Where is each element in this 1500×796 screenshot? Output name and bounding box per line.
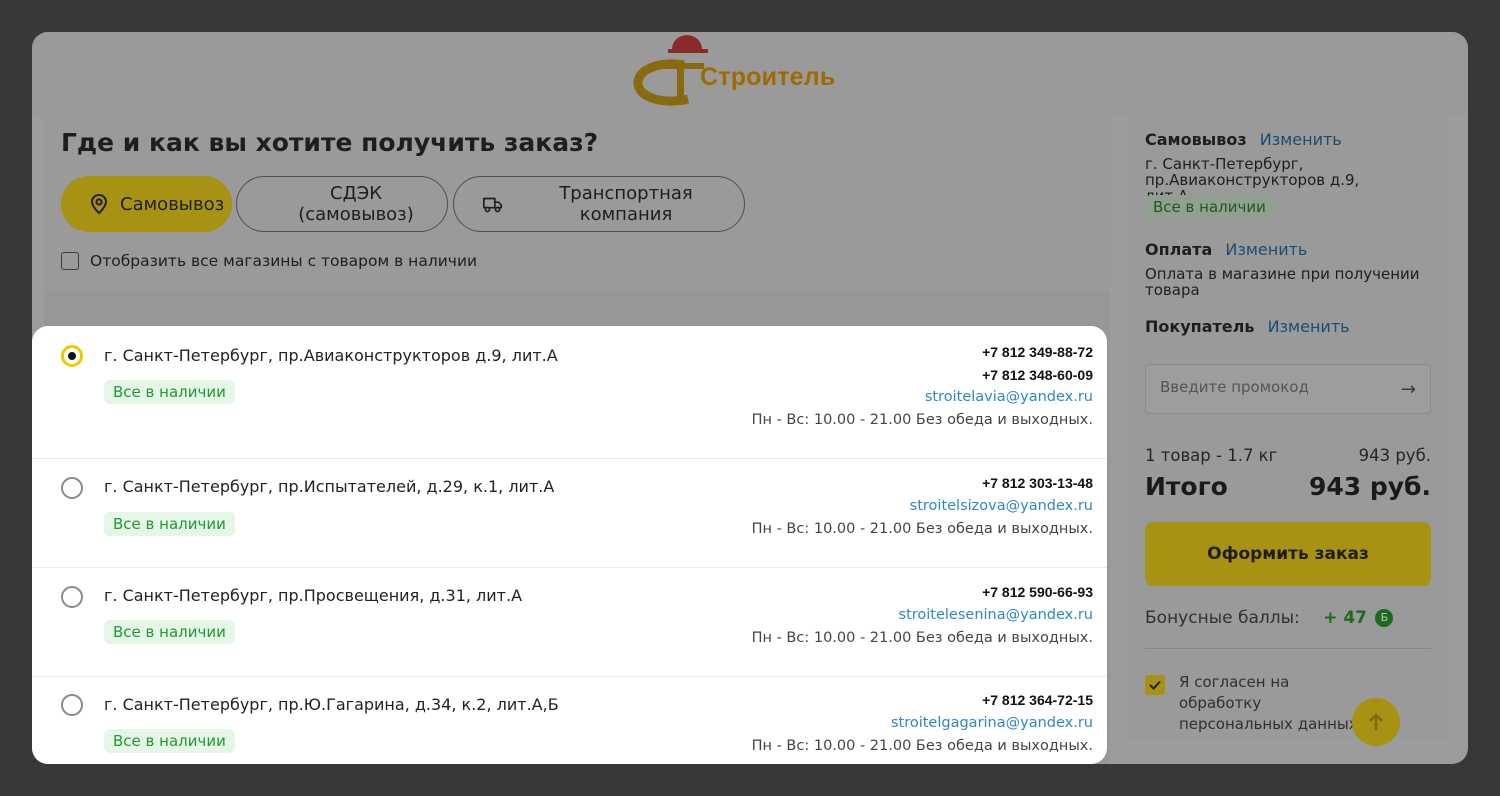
bonus-value: + 47 — [1323, 608, 1368, 628]
consent-option[interactable]: Я согласен на обработку персональных дан… — [1145, 672, 1359, 735]
store-contacts: +7 812 590-66-93 stroitelesenina@yandex.… — [752, 581, 1093, 650]
tab-cdek-label: СДЭК (самовывоз) — [298, 183, 414, 225]
store-contacts: +7 812 303-13-48 stroitelsizova@yandex.r… — [752, 472, 1093, 541]
store-hours: Пн - Вс: 10.00 - 21.00 Без обеда и выход… — [751, 412, 1093, 428]
tab-cdek[interactable]: СДЭК (самовывоз) — [236, 176, 448, 232]
pickup-summary-header: Самовывоз Изменить — [1145, 130, 1342, 149]
show-all-stores-option[interactable]: Отобразить все магазины с товаром в нали… — [61, 252, 477, 270]
items-line: 1 товар - 1.7 кг 943 руб. — [1145, 446, 1431, 465]
order-summary: Самовывоз Изменить г. Санкт-Петербург, п… — [1128, 116, 1448, 740]
tab-pickup-label: Самовывоз — [120, 193, 225, 215]
store-contacts: +7 812 349-88-72 +7 812 348-60-09 stroit… — [752, 341, 1093, 432]
total-label: Итого — [1145, 472, 1228, 501]
store-item[interactable]: г. Санкт-Петербург, пр.Ю.Гагарина, д.34,… — [32, 677, 1107, 764]
change-payment-link[interactable]: Изменить — [1225, 240, 1307, 259]
store-radio[interactable] — [61, 477, 83, 499]
store-hours: Пн - Вс: 10.00 - 21.00 Без обеда и выход… — [751, 629, 1093, 646]
summary-divider — [1145, 648, 1431, 649]
store-email[interactable]: stroitelsizova@yandex.ru — [752, 495, 1093, 518]
truck-icon — [482, 193, 504, 215]
store-item[interactable]: г. Санкт-Петербург, пр.Просвещения, д.31… — [32, 568, 1107, 677]
consent-label: Я согласен на обработку персональных дан… — [1179, 673, 1358, 733]
show-all-label: Отобразить все магазины с товаром в нали… — [90, 252, 478, 270]
buyer-title: Покупатель — [1145, 317, 1255, 336]
show-all-checkbox[interactable] — [61, 252, 79, 270]
arrow-up-icon — [1369, 713, 1383, 730]
store-address: г. Санкт-Петербург, пр.Просвещения, д.31… — [104, 586, 523, 605]
store-item[interactable]: г. Санкт-Петербург, пр.Испытателей, д.29… — [32, 459, 1107, 568]
store-phone[interactable]: +7 812 349-88-72 — [752, 341, 1093, 364]
brand-logo[interactable]: Строитель — [632, 35, 852, 109]
store-phone[interactable]: +7 812 590-66-93 — [752, 581, 1093, 604]
scroll-to-top-button[interactable] — [1352, 698, 1400, 746]
items-price: 943 руб. — [1358, 446, 1431, 465]
tab-pickup[interactable]: Самовывоз — [61, 176, 232, 232]
pickup-stock-badge: Все в наличии — [1145, 195, 1274, 219]
store-address: г. Санкт-Петербург, пр.Ю.Гагарина, д.34,… — [104, 695, 559, 714]
buyer-summary-header: Покупатель Изменить — [1145, 317, 1350, 336]
place-order-button[interactable]: Оформить заказ — [1145, 522, 1431, 586]
store-email[interactable]: stroitelesenina@yandex.ru — [752, 604, 1093, 627]
store-address: г. Санкт-Петербург, пр.Испытателей, д.29… — [104, 477, 555, 496]
total-line: Итого 943 руб. — [1145, 472, 1431, 501]
store-address: г. Санкт-Петербург, пр.Авиаконструкторов… — [104, 346, 558, 365]
bonus-coin-icon: Б — [1375, 609, 1394, 627]
store-contacts: +7 812 364-72-15 stroitelgagarina@yandex… — [752, 689, 1093, 758]
store-list: г. Санкт-Петербург, пр.Авиаконструкторов… — [32, 326, 1107, 764]
consent-checkbox[interactable] — [1145, 675, 1165, 695]
stock-badge: Все в наличии — [104, 620, 235, 644]
tab-transport-company[interactable]: Транспортная компания — [453, 176, 745, 232]
change-buyer-link[interactable]: Изменить — [1268, 317, 1350, 336]
header: Строитель — [32, 32, 1468, 116]
check-icon — [1149, 680, 1161, 690]
items-label: 1 товар - 1.7 кг — [1145, 446, 1278, 465]
store-radio[interactable] — [61, 694, 83, 716]
brand-name: Строитель — [700, 63, 836, 91]
store-email[interactable]: stroitelgagarina@yandex.ru — [752, 712, 1093, 735]
store-radio[interactable] — [61, 345, 83, 367]
stock-badge: Все в наличии — [104, 380, 235, 404]
payment-text: Оплата в магазине при получении товара — [1145, 265, 1420, 299]
delivery-title: Где и как вы хотите получить заказ? — [61, 128, 599, 157]
payment-title: Оплата — [1145, 240, 1213, 259]
promo-code-field: → — [1145, 364, 1431, 414]
bonus-points: Бонусные баллы: + 47 Б — [1145, 608, 1394, 628]
stock-badge: Все в наличии — [104, 512, 235, 536]
tab-transport-label: Транспортная компания — [559, 183, 693, 225]
store-phone[interactable]: +7 812 303-13-48 — [752, 472, 1093, 495]
store-phone[interactable]: +7 812 364-72-15 — [752, 689, 1093, 712]
arrow-right-icon[interactable]: → — [1401, 379, 1416, 400]
delivery-options: Где и как вы хотите получить заказ? Само… — [44, 116, 1110, 292]
store-hours: Пн - Вс: 10.00 - 21.00 Без обеда и выход… — [751, 520, 1093, 537]
stock-badge: Все в наличии — [104, 729, 235, 753]
map-pin-icon — [88, 193, 110, 215]
store-phone[interactable]: +7 812 348-60-09 — [752, 364, 1093, 387]
total-price: 943 руб. — [1308, 472, 1431, 501]
promo-code-input[interactable] — [1158, 377, 1392, 397]
payment-summary-header: Оплата Изменить — [1145, 240, 1307, 259]
bonus-label: Бонусные баллы: — [1145, 608, 1300, 628]
pickup-summary-title: Самовывоз — [1145, 130, 1247, 149]
store-radio[interactable] — [61, 586, 83, 608]
store-email[interactable]: stroitelavia@yandex.ru — [752, 386, 1093, 409]
change-pickup-link[interactable]: Изменить — [1260, 130, 1342, 149]
store-hours: Пн - Вс: 10.00 - 21.00 Без обеда и выход… — [751, 737, 1093, 754]
store-item[interactable]: г. Санкт-Петербург, пр.Авиаконструкторов… — [32, 326, 1107, 459]
